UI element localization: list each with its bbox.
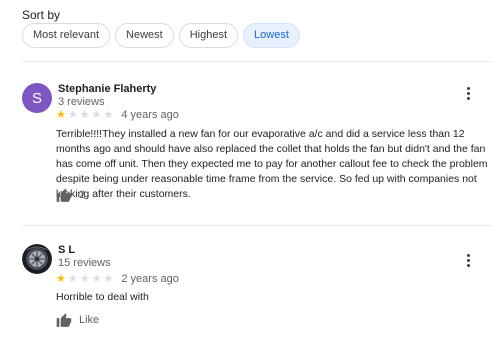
review-text: Horrible to deal with <box>56 291 149 303</box>
review-author[interactable]: S L <box>58 244 75 256</box>
rating-row: ★ ★ ★ ★ ★ 4 years ago <box>56 109 179 121</box>
divider <box>22 225 492 226</box>
divider <box>22 61 492 62</box>
star-empty-icon: ★ <box>91 272 102 285</box>
star-empty-icon: ★ <box>67 108 78 121</box>
thumbs-up-icon <box>56 188 72 202</box>
review-count: 3 reviews <box>58 96 105 108</box>
like-label: Like <box>79 313 100 326</box>
star-empty-icon: ★ <box>103 108 114 121</box>
sort-chips: Most relevant Newest Highest Lowest <box>22 23 300 48</box>
review-author[interactable]: Stephanie Flaherty <box>58 83 156 95</box>
star-filled-icon: ★ <box>56 108 66 121</box>
sort-chip-most-relevant[interactable]: Most relevant <box>22 23 111 48</box>
review-date: 4 years ago <box>121 109 179 121</box>
sort-chip-lowest[interactable]: Lowest <box>243 23 300 48</box>
sort-by-label: Sort by <box>22 8 61 22</box>
rating-row: ★ ★ ★ ★ ★ 2 years ago <box>56 273 179 285</box>
sort-chip-newest[interactable]: Newest <box>115 23 174 48</box>
car-wheel-avatar-image <box>22 244 52 274</box>
sort-chip-highest[interactable]: Highest <box>178 23 239 48</box>
review-card: S Stephanie Flaherty 3 reviews ★ ★ ★ ★ ★ 4 y… <box>22 83 492 213</box>
star-empty-icon: ★ <box>79 272 90 285</box>
thumbs-up-icon <box>56 313 72 327</box>
like-button[interactable]: Like <box>56 312 99 327</box>
avatar[interactable] <box>22 244 52 274</box>
star-rating: ★ ★ ★ ★ ★ <box>56 272 114 285</box>
star-filled-icon: ★ <box>56 272 66 285</box>
star-empty-icon: ★ <box>67 272 78 285</box>
like-count: 2 <box>79 188 86 201</box>
star-rating: ★ ★ ★ ★ ★ <box>56 108 114 121</box>
review-card: S L 15 reviews ★ ★ ★ ★ ★ 2 years ago Horribl… <box>22 244 492 336</box>
review-date: 2 years ago <box>121 273 179 285</box>
like-button[interactable]: 2 <box>56 187 85 202</box>
review-count: 15 reviews <box>58 257 111 269</box>
star-empty-icon: ★ <box>91 108 102 121</box>
avatar[interactable]: S <box>22 83 52 113</box>
star-empty-icon: ★ <box>103 272 114 285</box>
more-options-icon[interactable] <box>462 83 474 103</box>
star-empty-icon: ★ <box>79 108 90 121</box>
more-options-icon[interactable] <box>462 250 474 270</box>
review-text: Terrible!!!!They installed a new fan for… <box>56 128 488 200</box>
